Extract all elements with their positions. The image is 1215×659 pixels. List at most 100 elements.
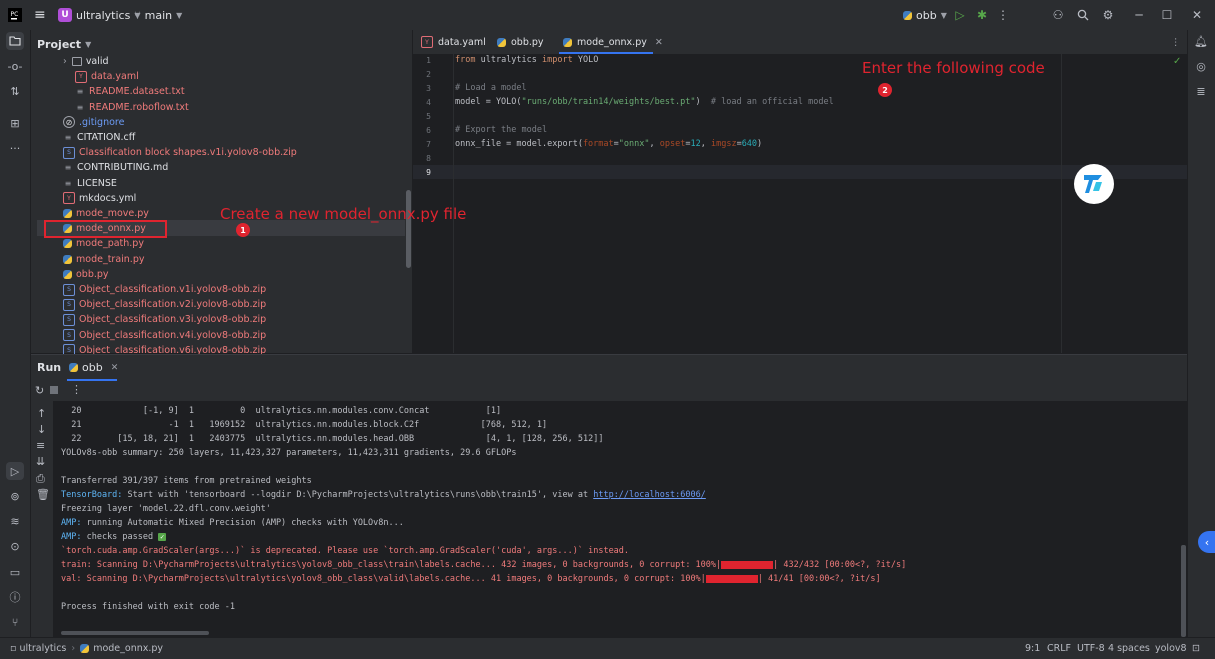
run-console-output[interactable]: 20 [-1, 9] 1 0 ultralytics.nn.modules.co… — [31, 401, 1181, 631]
run-more-icon[interactable]: ⋮ — [71, 383, 82, 396]
no-problems-check-icon[interactable]: ✓ — [1173, 56, 1181, 67]
tab-mode-onnx-py[interactable]: mode_onnx.py ✕ — [563, 30, 663, 54]
more-actions-icon[interactable]: ⋮ — [994, 6, 1012, 24]
chevron-right-icon[interactable]: › — [63, 56, 67, 67]
project-panel-header[interactable]: Project ▼ — [37, 34, 91, 54]
archive-file-icon: S — [63, 298, 75, 311]
terminal-icon[interactable]: ▭ — [6, 563, 24, 581]
tab-obb-py[interactable]: obb.py — [497, 30, 544, 54]
python-file-icon — [63, 239, 72, 249]
console-line: 22 [15, 18, 21] 1 2403775 ultralytics.nn… — [61, 434, 604, 444]
breadcrumb-project: ultralytics — [19, 643, 67, 654]
tab-options-icon[interactable]: ⋮ — [1171, 30, 1181, 54]
run-config-selector[interactable]: obb ▼ — [903, 0, 947, 30]
val-progress-bar — [705, 574, 758, 583]
rerun-icon[interactable]: ↻ — [35, 384, 44, 397]
tree-item[interactable]: S Classification block shapes.v1i.yolov8-… — [63, 145, 297, 160]
console-vertical-scrollbar[interactable] — [1181, 545, 1186, 637]
run-tab-obb[interactable]: obb ✕ — [69, 361, 118, 374]
collapse-chevron-icon[interactable]: ‹ — [1198, 531, 1215, 553]
tree-item[interactable]: Ydata.yaml — [75, 69, 139, 84]
tree-item[interactable]: ≡ README.roboflow.txt — [75, 100, 189, 115]
tree-item[interactable]: mode_path.py — [63, 236, 144, 251]
tab-label: data.yaml — [438, 36, 486, 48]
tree-item[interactable]: S Object_classification.v1i.yolov8-obb.zi… — [63, 282, 266, 297]
main-menu-icon[interactable]: ≡ — [34, 0, 46, 30]
indent-setting[interactable]: 4 spaces — [1108, 638, 1150, 659]
tree-item[interactable]: S Object_classification.v2i.yolov8-obb.zi… — [63, 297, 266, 312]
console-line: `torch.cuda.amp.GradScaler(args...)` is … — [61, 546, 630, 556]
tree-item[interactable]: ≡ CONTRIBUTING.md — [63, 160, 169, 175]
close-tab-icon[interactable]: ✕ — [655, 37, 663, 48]
settings-gear-icon[interactable]: ⚙ — [1099, 6, 1117, 24]
floating-assistant-icon[interactable] — [1074, 164, 1114, 204]
tree-item-label: Object_classification.v4i.yolov8-obb.zip — [79, 329, 267, 341]
console-line: val: Scanning D:\PycharmProjects\ultraly… — [61, 574, 881, 584]
project-switcher[interactable]: U ultralytics ▼ — [58, 0, 140, 30]
tree-item[interactable]: ≡ LICENSE — [63, 176, 117, 191]
text-file-icon: ≡ — [76, 102, 84, 112]
chevron-down-icon: ▼ — [940, 10, 947, 20]
stop-icon[interactable] — [50, 386, 58, 394]
run-tool-icon[interactable]: ▷ — [6, 462, 24, 480]
more-tools-icon[interactable]: ··· — [6, 139, 24, 157]
problems-icon[interactable]: ⓘ — [6, 588, 24, 606]
layers-icon[interactable]: ≋ — [6, 512, 24, 530]
tree-item-label: mode_move.py — [76, 208, 149, 219]
python-packages-icon[interactable]: ⊚ — [6, 487, 24, 505]
ai-assistant-icon[interactable]: ◎ — [1192, 57, 1210, 75]
tree-item[interactable]: mode_train.py — [63, 252, 144, 267]
status-bar: ▫ ultralytics › mode_onnx.py 9:1 CRLF UT… — [0, 637, 1215, 659]
project-folder-icon[interactable] — [6, 32, 24, 50]
tree-item[interactable]: S Object_classification.v4i.yolov8-obb.zi… — [63, 328, 266, 343]
close-icon[interactable]: ✕ — [1188, 6, 1206, 24]
tree-item[interactable]: ≡ README.dataset.txt — [75, 84, 185, 99]
yaml-file-icon: Y — [75, 70, 87, 83]
tree-item[interactable]: › valid — [63, 54, 109, 69]
tree-item[interactable]: ≡ CITATION.cff — [63, 130, 136, 145]
minimize-icon[interactable]: ─ — [1130, 6, 1148, 24]
cursor-position[interactable]: 9:1 — [1025, 638, 1040, 659]
python-interpreter[interactable]: yolov8 — [1155, 638, 1187, 659]
tensorboard-link[interactable]: http://localhost:6006/ — [593, 490, 706, 500]
check-mark-icon: ✓ — [158, 532, 167, 541]
git-icon[interactable]: ⑂ — [6, 613, 24, 631]
archive-file-icon: S — [63, 283, 75, 296]
tree-item[interactable]: ⊘ .gitignore — [63, 115, 124, 130]
structure-icon[interactable]: ⊞ — [6, 114, 24, 132]
debug-icon[interactable]: ✱ — [973, 6, 991, 24]
console-line: Process finished with exit code -1 — [61, 602, 235, 612]
line-separator[interactable]: CRLF — [1047, 638, 1071, 659]
run-panel-header: Run obb ✕ — [31, 355, 1187, 381]
close-run-tab-icon[interactable]: ✕ — [111, 363, 119, 373]
services-icon[interactable]: ⊙ — [6, 537, 24, 555]
pull-requests-icon[interactable]: ⇅ — [6, 82, 24, 100]
title-bar: PC ≡ U ultralytics ▼ ⑂ main ▼ obb ▼ ▷ ✱ … — [0, 0, 1215, 31]
tree-item[interactable]: Ymkdocs.yml — [63, 191, 136, 206]
tree-item[interactable]: mode_move.py — [63, 206, 149, 221]
console-horizontal-scrollbar[interactable] — [61, 631, 209, 635]
tree-item-label: Object_classification.v1i.yolov8-obb.zip — [79, 284, 267, 295]
project-tree-scrollbar[interactable] — [406, 190, 411, 268]
app-logo-icon[interactable]: PC — [8, 0, 22, 30]
run-icon[interactable]: ▷ — [951, 6, 969, 24]
lock-icon[interactable]: ⊡ — [1192, 638, 1200, 659]
branch-switcher[interactable]: ⑂ main ▼ — [134, 0, 182, 30]
tree-item[interactable]: S Object_classification.v3i.yolov8-obb.zi… — [63, 312, 266, 327]
commit-icon[interactable]: -o- — [6, 57, 24, 75]
add-user-icon[interactable]: ⚇ — [1049, 6, 1067, 24]
status-breadcrumb[interactable]: ▫ ultralytics › mode_onnx.py — [10, 638, 163, 659]
yaml-file-icon: Y — [63, 192, 75, 205]
database-icon[interactable]: ≣ — [1192, 82, 1210, 100]
step-1-badge: 1 — [236, 223, 250, 237]
tab-data-yaml[interactable]: Y data.yaml — [421, 30, 486, 54]
file-encoding[interactable]: UTF-8 — [1077, 638, 1105, 659]
search-icon[interactable] — [1074, 6, 1092, 24]
step-2-badge: 2 — [878, 83, 892, 97]
maximize-icon[interactable]: ☐ — [1158, 6, 1176, 24]
tree-item[interactable]: obb.py — [63, 267, 109, 282]
console-line: AMP: checks passed ✓ — [61, 532, 167, 542]
project-name: ultralytics — [76, 8, 131, 22]
code-line-6: # Export the model — [455, 125, 548, 135]
notifications-icon[interactable]: 🔔︎ — [1192, 32, 1210, 50]
